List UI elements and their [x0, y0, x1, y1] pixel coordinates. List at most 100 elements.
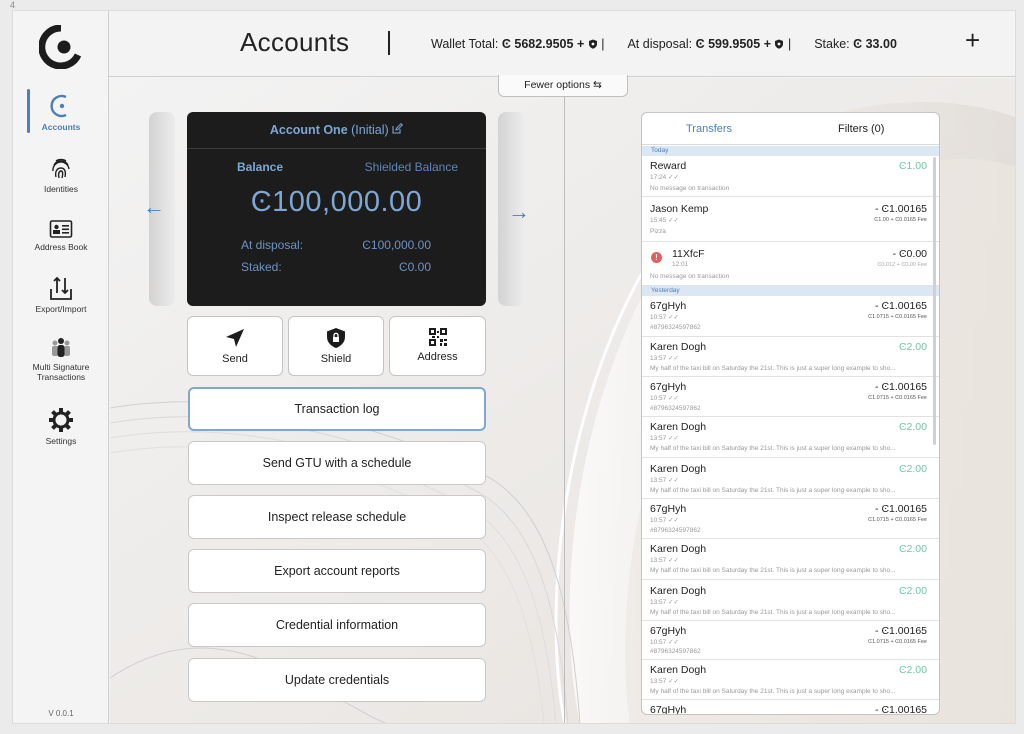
- add-account-button[interactable]: +: [965, 27, 980, 53]
- transaction-row[interactable]: Karen Dogh 13:57 ✓✓ My half of the taxi …: [642, 337, 939, 377]
- page-number: 4: [10, 0, 16, 10]
- tx-fee: Ͼ1.0715 + Ͼ0.0165 Fee: [868, 517, 927, 523]
- sidebar-item-settings[interactable]: Settings: [13, 407, 109, 447]
- tab-transfers[interactable]: Transfers: [686, 123, 732, 135]
- tx-time: 13:57 ✓✓: [650, 435, 679, 442]
- tx-fee: Ͼ1.0715 + Ͼ0.0165 Fee: [868, 314, 927, 320]
- credential-information-button[interactable]: Credential information: [188, 603, 486, 647]
- sidebar-item-accounts[interactable]: Accounts: [13, 93, 109, 133]
- stake-value: Ͼ 33.00: [853, 37, 897, 51]
- address-button[interactable]: Address: [389, 316, 486, 376]
- previous-account-arrow-icon[interactable]: ←: [143, 194, 165, 220]
- tx-name: 67gHyh: [650, 625, 687, 637]
- transaction-row[interactable]: Karen Dogh 13:57 ✓✓ My half of the taxi …: [642, 539, 939, 580]
- tx-fee: Ͼ1.0715 + Ͼ0.0165 Fee: [868, 395, 927, 401]
- tx-amount: - Ͼ1.00165: [875, 203, 927, 215]
- concordium-logo-icon: [39, 25, 82, 69]
- transaction-row[interactable]: 67gHyh 10:57 ✓✓ #8796324597862 - Ͼ1.0016…: [642, 377, 939, 417]
- export-account-reports-button[interactable]: Export account reports: [188, 549, 486, 593]
- tx-time: 10:57 ✓✓: [650, 517, 679, 524]
- sidebar-item-label: Multi Signature Transactions: [32, 362, 90, 382]
- tx-memo: #8796324597862: [650, 405, 701, 412]
- warning-icon: !: [651, 252, 662, 263]
- shield-button[interactable]: Shield: [288, 316, 384, 376]
- tx-name: Karen Dogh: [650, 585, 707, 597]
- sidebar-item-label: Export/Import: [35, 304, 87, 314]
- transfers-scrollbar[interactable]: [933, 157, 936, 445]
- edit-icon[interactable]: [392, 122, 404, 134]
- transaction-log-button[interactable]: Transaction log: [188, 387, 486, 431]
- sidebar-item-label: Identities: [43, 184, 79, 194]
- transaction-row[interactable]: Karen Dogh 13:57 ✓✓ My half of the taxi …: [642, 417, 939, 458]
- sidebar-item-multi-signature[interactable]: Multi Signature Transactions: [13, 337, 109, 383]
- sidebar-item-identities[interactable]: Identities: [13, 157, 109, 195]
- gear-icon: [49, 408, 73, 432]
- header-divider: [388, 31, 390, 55]
- stat-separator: |: [601, 37, 605, 51]
- transaction-row[interactable]: 67gHyh 10:57 ✓✓ #8796324597862 - Ͼ1.0016…: [642, 499, 939, 539]
- account-name: Account One: [269, 123, 348, 137]
- tx-time: 13:57 ✓✓: [650, 477, 679, 484]
- shield-small-icon: [775, 39, 784, 49]
- tx-amount: Ͼ1.00: [898, 160, 927, 172]
- tx-amount: - Ͼ1.00165: [875, 300, 927, 312]
- app-window: Accounts Identities Address Book Export/…: [12, 10, 1016, 724]
- balance-tab[interactable]: Balance: [237, 160, 283, 174]
- tx-amount: - Ͼ1.00165: [875, 625, 927, 637]
- tx-time: 13:57 ✓✓: [650, 557, 679, 564]
- transaction-row[interactable]: Jason Kemp 15:45 ✓✓ Pizza - Ͼ1.00165 Ͼ1.…: [642, 197, 939, 242]
- sidebar-item-label: Accounts: [41, 122, 81, 132]
- tab-filters[interactable]: Filters (0): [838, 123, 884, 135]
- tx-name: Jason Kemp: [650, 203, 709, 215]
- send-gtu-schedule-button[interactable]: Send GTU with a schedule: [188, 441, 486, 485]
- tx-memo: #8796324597862: [650, 324, 701, 331]
- app-version: V 0.0.1: [48, 709, 74, 718]
- tx-memo: No message on transaction: [650, 185, 730, 192]
- card-staked-value: Ͼ0.00: [398, 260, 431, 274]
- tx-name: Reward: [650, 160, 687, 172]
- tx-time: 17:24 ✓✓: [650, 174, 679, 181]
- accounts-icon: [50, 94, 67, 118]
- tx-name: Karen Dogh: [650, 543, 707, 555]
- send-button[interactable]: Send: [187, 316, 283, 376]
- wallet-total-value: Ͼ 5682.9505: [501, 37, 574, 51]
- tx-name: 67gHyh: [650, 300, 687, 312]
- inspect-release-schedule-button[interactable]: Inspect release schedule: [188, 495, 486, 539]
- multi-signature-icon: [52, 338, 70, 357]
- sidebar-item-label: Settings: [45, 436, 77, 446]
- stake-label: Stake:: [814, 37, 850, 51]
- tx-memo: My half of the taxi bill on Saturday the…: [650, 445, 896, 452]
- transaction-row[interactable]: Karen Dogh 13:57 ✓✓ My half of the taxi …: [642, 660, 939, 700]
- shielded-balance-tab[interactable]: Shielded Balance: [365, 160, 458, 174]
- tx-time: 13:57 ✓✓: [650, 599, 679, 606]
- tx-name: Karen Dogh: [650, 341, 707, 353]
- sidebar-item-export-import[interactable]: Export/Import: [13, 275, 109, 315]
- tx-amount: Ͼ2.00: [898, 543, 927, 555]
- transaction-row[interactable]: 67gHyh 10:57 ✓✓ #8796324597862 - Ͼ1.0016…: [642, 621, 939, 660]
- transaction-row[interactable]: 67gHyh - Ͼ1.00165: [642, 700, 939, 714]
- transaction-row[interactable]: Karen Dogh 13:57 ✓✓ My half of the taxi …: [642, 580, 939, 621]
- address-book-icon: [49, 220, 73, 238]
- tx-time: 13:57 ✓✓: [650, 355, 679, 362]
- tx-name: Karen Dogh: [650, 421, 707, 433]
- tx-time: 15:45 ✓✓: [650, 217, 679, 224]
- tx-fee: Ͼ1.00 + Ͼ0.0165 Fee: [874, 217, 927, 223]
- account-subtitle: (Initial): [351, 123, 389, 137]
- fewer-options-button[interactable]: Fewer options ⇆: [498, 75, 628, 97]
- transaction-row[interactable]: Reward 17:24 ✓✓ No message on transactio…: [642, 156, 939, 197]
- tx-amount: Ͼ2.00: [898, 341, 927, 353]
- tx-amount: Ͼ2.00: [898, 463, 927, 475]
- next-account-arrow-icon[interactable]: →: [508, 199, 530, 225]
- tx-name: 11XfcF: [672, 248, 705, 260]
- tx-memo: My half of the taxi bill on Saturday the…: [650, 688, 896, 695]
- transaction-row[interactable]: ! 11XfcF 12:01 No message on transaction…: [642, 242, 939, 286]
- qr-code-icon: [428, 328, 447, 346]
- address-label: Address: [417, 351, 458, 363]
- update-credentials-button[interactable]: Update credentials: [188, 658, 486, 702]
- transaction-row[interactable]: 67gHyh 10:57 ✓✓ #8796324597862 - Ͼ1.0016…: [642, 296, 939, 337]
- tx-fee: Ͼ0.012 + Ͼ0.00 Fee: [877, 262, 927, 268]
- tx-name: Karen Dogh: [650, 463, 707, 475]
- transaction-row[interactable]: Karen Dogh 13:57 ✓✓ My half of the taxi …: [642, 458, 939, 499]
- sidebar-item-address-book[interactable]: Address Book: [13, 219, 109, 253]
- at-disposal-value: Ͼ 599.9505: [695, 37, 761, 51]
